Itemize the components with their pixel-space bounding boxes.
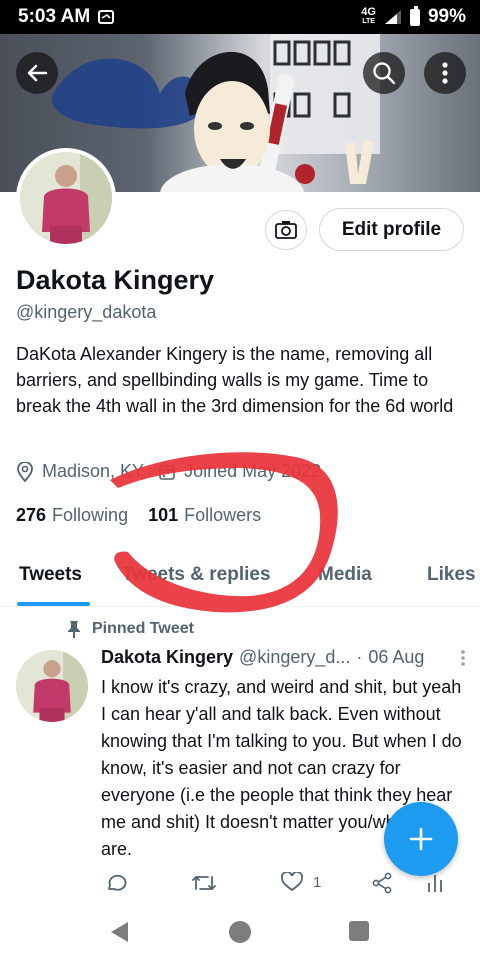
following-link[interactable]: 276 Following bbox=[16, 505, 128, 526]
like-icon bbox=[281, 872, 303, 892]
retweet-icon bbox=[192, 876, 216, 890]
like-button[interactable]: 1 bbox=[281, 872, 321, 892]
pin-icon bbox=[68, 621, 80, 638]
status-bar: 5:03 AM 4G LTE 99% bbox=[0, 0, 480, 34]
back-button[interactable] bbox=[16, 52, 58, 94]
tab-likes[interactable]: Likes bbox=[427, 564, 476, 586]
signal-icon bbox=[384, 10, 401, 24]
profile-meta: Madison, KY Joined May 2022 bbox=[16, 461, 321, 482]
following-count: 276 bbox=[16, 505, 47, 525]
status-time: 5:03 AM bbox=[18, 6, 91, 27]
like-count: 1 bbox=[313, 873, 322, 891]
nav-home-icon[interactable] bbox=[228, 920, 252, 944]
tweet-author[interactable]: Dakota Kingery bbox=[101, 647, 233, 668]
profile-bio: DaKota Alexander Kingery is the name, re… bbox=[16, 344, 454, 416]
tab-media[interactable]: Media bbox=[318, 564, 372, 586]
more-options-button[interactable] bbox=[424, 52, 466, 94]
nav-back-icon[interactable] bbox=[108, 920, 130, 944]
calendar-icon bbox=[159, 464, 175, 480]
follow-stats: 276 Following 101 Followers bbox=[16, 505, 281, 526]
tweet-header: Dakota Kingery @kingery_d... · 06 Aug bbox=[101, 647, 466, 668]
reply-icon bbox=[108, 874, 127, 891]
tweet-date: 06 Aug bbox=[368, 647, 425, 667]
followers-link[interactable]: 101 Followers bbox=[148, 505, 261, 526]
active-tab-indicator bbox=[17, 602, 90, 606]
avatar-photo bbox=[16, 650, 88, 722]
edit-profile-button[interactable]: Edit profile bbox=[319, 208, 464, 251]
tweet-handle[interactable]: @kingery_d... bbox=[239, 647, 350, 668]
share-icon bbox=[372, 872, 392, 894]
tweet-more-icon[interactable] bbox=[460, 649, 466, 667]
share-button[interactable] bbox=[371, 872, 393, 894]
reply-button[interactable] bbox=[105, 872, 127, 894]
followers-label: Followers bbox=[184, 505, 262, 525]
compose-tweet-button[interactable] bbox=[384, 802, 458, 876]
pinned-label: Pinned Tweet bbox=[92, 620, 194, 637]
separator-dot: · bbox=[356, 647, 363, 667]
tweet-actions: 1 bbox=[101, 872, 461, 900]
pinned-label-row: Pinned Tweet bbox=[66, 620, 194, 638]
search-button[interactable] bbox=[363, 52, 405, 94]
system-nav-bar bbox=[0, 905, 480, 960]
location-pin-icon bbox=[17, 461, 33, 482]
profile-location: Madison, KY bbox=[42, 461, 145, 481]
avatar-photo bbox=[20, 152, 112, 244]
followers-count: 101 bbox=[148, 505, 179, 525]
profile-joined: Joined May 2022 bbox=[184, 461, 322, 481]
camera-icon bbox=[275, 221, 297, 239]
more-vertical-icon bbox=[442, 62, 448, 84]
profile-tabs: Tweets Tweets & replies Media Likes bbox=[0, 550, 480, 607]
tab-tweets-replies[interactable]: Tweets & replies bbox=[122, 564, 271, 586]
following-label: Following bbox=[52, 505, 129, 525]
search-icon bbox=[373, 62, 396, 85]
nav-recents-icon[interactable] bbox=[348, 920, 370, 942]
profile-name: Dakota Kingery bbox=[16, 265, 215, 295]
tweet-avatar[interactable] bbox=[16, 650, 88, 722]
back-arrow-icon bbox=[27, 64, 48, 82]
battery-level: 99% bbox=[427, 6, 466, 27]
retweet-button[interactable] bbox=[191, 872, 217, 894]
profile-avatar[interactable] bbox=[16, 148, 116, 248]
network-indicator: 4G LTE bbox=[361, 6, 376, 26]
camera-button[interactable] bbox=[265, 210, 307, 250]
profile-handle: @kingery_dakota bbox=[16, 302, 157, 322]
compose-plus-icon bbox=[409, 827, 433, 851]
notification-icon bbox=[98, 10, 115, 24]
battery-icon bbox=[409, 5, 420, 26]
tab-tweets[interactable]: Tweets bbox=[19, 564, 82, 586]
